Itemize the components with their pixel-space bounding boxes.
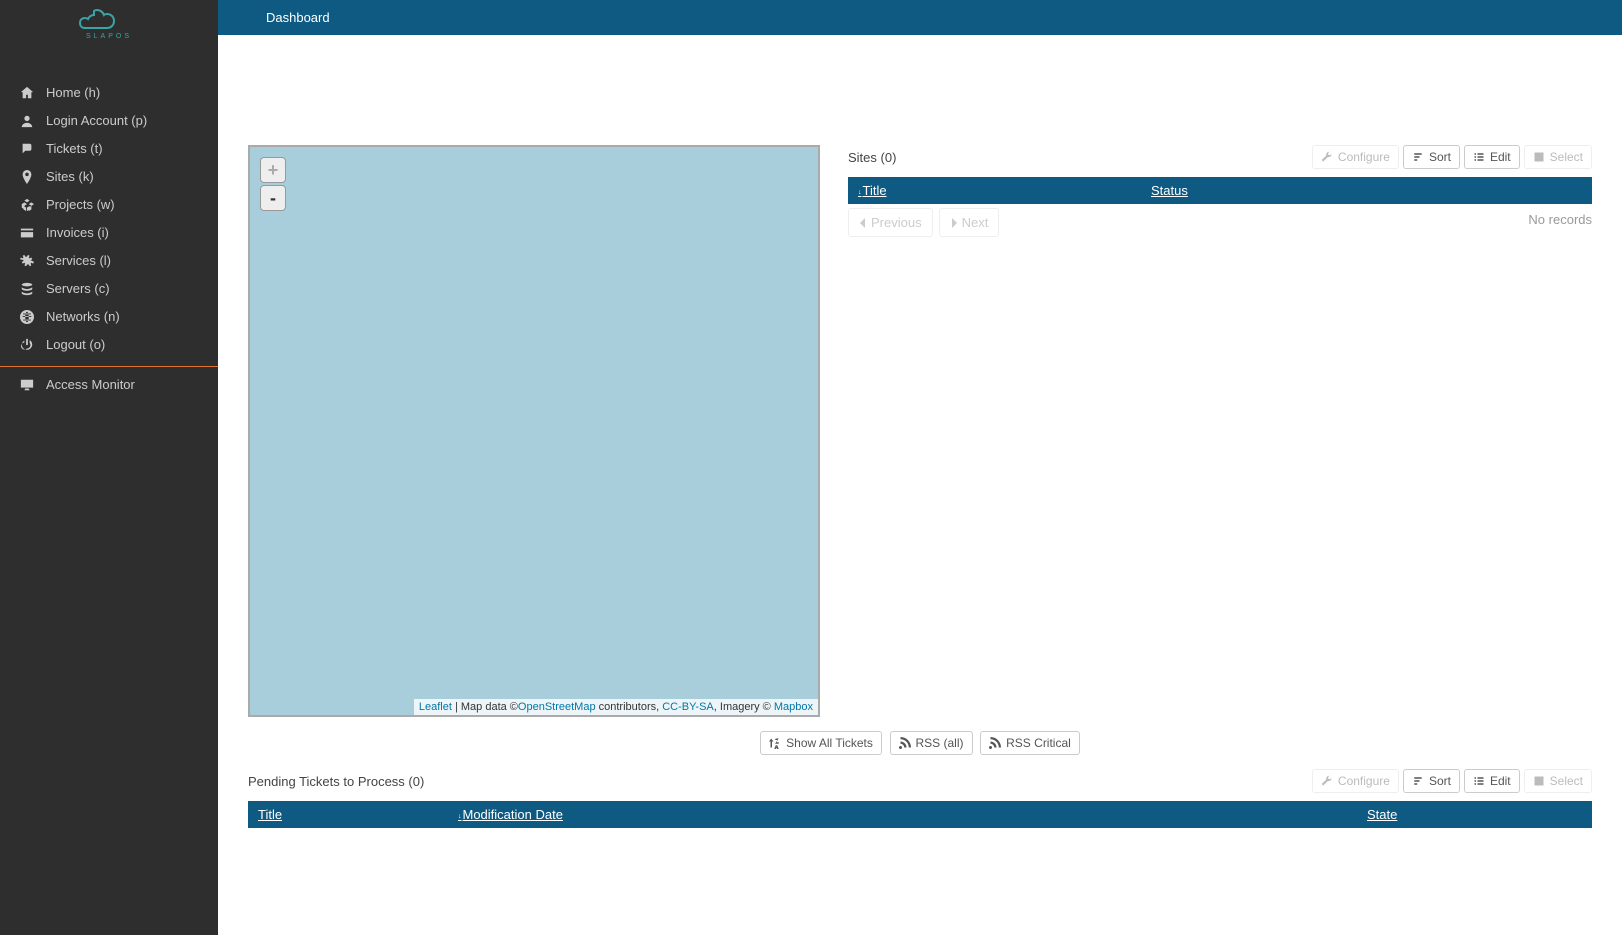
sidebar-item-cubes[interactable]: Projects (w) (0, 191, 218, 219)
comments-icon (16, 142, 38, 156)
sidebar-item-access-monitor[interactable]: Access Monitor (0, 371, 218, 399)
sidebar-item-label: Login Account (p) (46, 111, 147, 131)
sidebar-item-marker[interactable]: Sites (k) (0, 163, 218, 191)
user-icon (16, 114, 38, 128)
brand-logo[interactable]: SLAPOS (0, 0, 218, 44)
ticket-actions: Show All Tickets RSS (all) RSS Critical (248, 731, 1592, 755)
previous-button[interactable]: Previous (848, 208, 933, 237)
osm-link[interactable]: OpenStreetMap (518, 701, 596, 713)
cc-link[interactable]: CC-BY-SA (662, 701, 714, 713)
col-modification-date[interactable]: Modification Date (448, 801, 1357, 828)
page-title: Dashboard (266, 10, 330, 25)
sites-table-header: Title Status (848, 177, 1592, 204)
sidebar: SLAPOS Home (h) Login Account (p) Tickets … (0, 0, 218, 935)
sidebar-item-home[interactable]: Home (h) (0, 79, 218, 107)
sidebar-item-cogs[interactable]: Services (l) (0, 247, 218, 275)
col-status[interactable]: Status (1141, 177, 1592, 204)
sidebar-item-label: Home (h) (46, 83, 100, 103)
select-button[interactable]: Select (1524, 145, 1592, 169)
sidebar-item-label: Servers (c) (46, 279, 110, 299)
power-icon (16, 338, 38, 352)
sidebar-item-label: Invoices (i) (46, 223, 109, 243)
sidebar-item-label: Networks (n) (46, 307, 120, 327)
map-attribution: Leaflet | Map data ©OpenStreetMap contri… (414, 699, 818, 715)
rss-critical-button[interactable]: RSS Critical (980, 731, 1080, 755)
sort-button[interactable]: Sort (1403, 769, 1460, 793)
select-button[interactable]: Select (1524, 769, 1592, 793)
cogs-icon (16, 254, 38, 268)
configure-button[interactable]: Configure (1312, 145, 1399, 169)
sites-title: Sites (0) (848, 150, 896, 165)
sidebar-item-power[interactable]: Logout (o) (0, 331, 218, 359)
col-title[interactable]: Title (848, 177, 1141, 204)
main-area: Dashboard + - Leaflet | Map data ©OpenSt… (218, 0, 1622, 935)
home-icon (16, 86, 38, 100)
sidebar-item-label: Services (l) (46, 251, 111, 271)
edit-button[interactable]: Edit (1464, 769, 1520, 793)
sidebar-item-user[interactable]: Login Account (p) (0, 107, 218, 135)
leaflet-link[interactable]: Leaflet (419, 701, 452, 713)
card-icon (16, 226, 38, 240)
cubes-icon (16, 198, 38, 212)
configure-button[interactable]: Configure (1312, 769, 1399, 793)
rss-all-button[interactable]: RSS (all) (890, 731, 973, 755)
zoom-out-button[interactable]: - (260, 185, 286, 211)
zoom-in-button[interactable]: + (260, 157, 286, 183)
sidebar-item-label: Access Monitor (46, 375, 135, 395)
globe-icon (16, 310, 38, 324)
desktop-icon (16, 378, 38, 392)
col-title[interactable]: Title (248, 801, 448, 828)
mapbox-link[interactable]: Mapbox (774, 701, 813, 713)
edit-button[interactable]: Edit (1464, 145, 1520, 169)
sidebar-nav: Home (h) Login Account (p) Tickets (t) Site… (0, 44, 218, 399)
show-all-tickets-button[interactable]: Show All Tickets (760, 731, 882, 755)
next-button[interactable]: Next (939, 208, 1000, 237)
topbar: Dashboard (218, 0, 1622, 35)
sidebar-item-card[interactable]: Invoices (i) (0, 219, 218, 247)
sidebar-item-label: Sites (k) (46, 167, 94, 187)
no-records-label: No records (1528, 204, 1592, 235)
col-state[interactable]: State (1357, 801, 1592, 828)
sidebar-item-globe[interactable]: Networks (n) (0, 303, 218, 331)
database-icon (16, 282, 38, 296)
sidebar-item-database[interactable]: Servers (c) (0, 275, 218, 303)
sites-panel: Sites (0) Configure Sort Edit Select Tit… (848, 145, 1592, 717)
sites-map[interactable]: + - Leaflet | Map data ©OpenStreetMap co… (248, 145, 820, 717)
svg-text:SLAPOS: SLAPOS (86, 33, 132, 40)
sidebar-item-label: Logout (o) (46, 335, 105, 355)
tickets-title: Pending Tickets to Process (0) (248, 774, 424, 789)
sidebar-item-comments[interactable]: Tickets (t) (0, 135, 218, 163)
sidebar-item-label: Projects (w) (46, 195, 115, 215)
sort-button[interactable]: Sort (1403, 145, 1460, 169)
marker-icon (16, 170, 38, 184)
sidebar-item-label: Tickets (t) (46, 139, 103, 159)
tickets-table-header: Title Modification Date State (248, 801, 1592, 828)
